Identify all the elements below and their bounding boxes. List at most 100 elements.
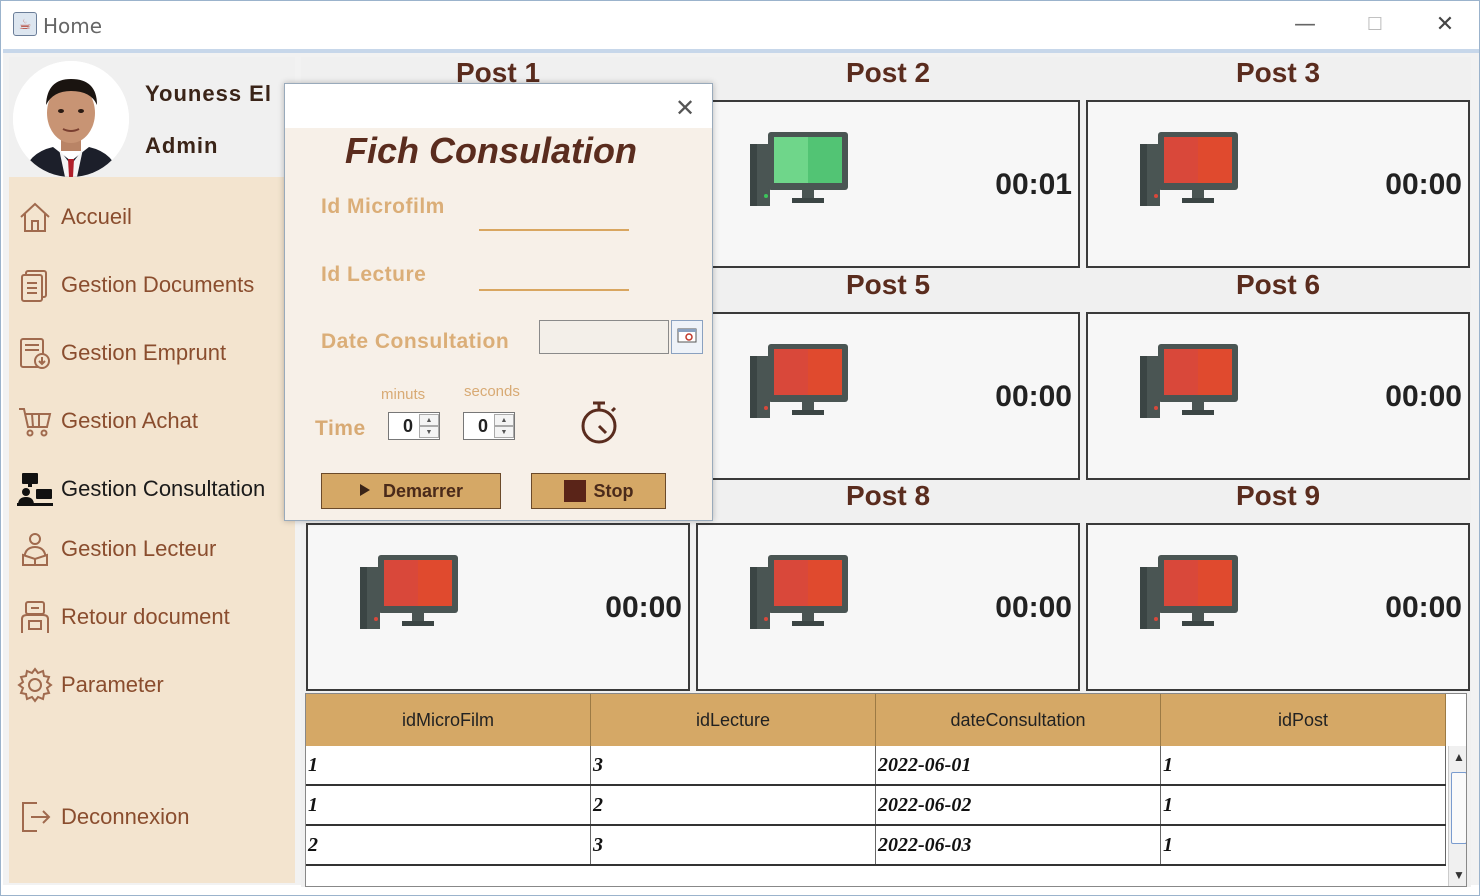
table-cell: 2 [306,826,591,864]
nav-label: Deconnexion [61,804,190,829]
user-role: Admin [145,133,219,158]
maximize-button[interactable]: ☐ [1347,7,1403,43]
post-card[interactable]: 00:01 [696,100,1080,268]
reader-icon [15,529,55,569]
computer-icon [1140,344,1238,418]
id-microfilm-field[interactable] [479,198,629,228]
id-lecture-field[interactable] [479,258,629,288]
borrow-icon [15,333,55,373]
return-icon [15,597,55,637]
post-title: Post 3 [1235,57,1321,88]
logout-icon [15,797,55,837]
post-card[interactable]: 00:00 [696,312,1080,480]
main-frame: Youness El Admin Accueil Gestion Documen… [3,49,1479,887]
close-window-button[interactable]: ✕ [1417,7,1473,43]
scroll-up-icon[interactable]: ▲ [1453,750,1465,764]
table-row[interactable]: 2 3 2022-06-03 1 [306,826,1446,866]
table-body: 1 3 2022-06-01 1 1 2 2022-06-02 1 2 3 2022-06-03 1 [306,746,1446,866]
nav-label: Gestion Documents [61,272,255,297]
post-title: Post 2 [845,57,931,88]
dialog-close-button[interactable]: ✕ [675,94,695,122]
scroll-thumb[interactable] [1451,772,1466,844]
seconds-spinner[interactable]: 0 ▲ ▼ [463,412,515,440]
consultation-icon [15,469,55,509]
table-cell: 1 [1161,746,1446,784]
post-card[interactable]: 00:00 [696,523,1080,691]
sidebar: Youness El Admin Accueil Gestion Documen… [9,57,295,883]
column-header[interactable]: idPost [1161,694,1446,746]
stop-icon [563,480,586,502]
table-row[interactable]: 1 3 2022-06-01 1 [306,746,1446,786]
nav-item-gestion-documents[interactable]: Gestion Documents [9,261,295,309]
post-timer: 00:01 [995,168,1072,201]
post-card[interactable]: 00:00 [1086,100,1470,268]
calendar-icon [677,327,697,348]
calendar-button[interactable] [671,320,703,354]
table-cell: 1 [1161,826,1446,864]
nav-item-gestion-emprunt[interactable]: Gestion Emprunt [9,329,295,377]
minutes-decrement[interactable]: ▼ [419,426,439,438]
id-microfilm-underline [479,229,629,231]
nav-label: Gestion Achat [61,408,198,433]
post-title: Post 6 [1235,269,1321,300]
post-card[interactable]: 00:00 [306,523,690,691]
computer-icon [1140,132,1238,206]
post-title: Post 8 [845,480,931,511]
post-timer: 00:00 [605,591,682,624]
post-timer: 00:00 [1385,380,1462,413]
dialog-title: Fich Consulation [345,130,637,171]
nav-item-accueil[interactable]: Accueil [9,193,295,241]
column-header[interactable]: idLecture [591,694,876,746]
app-window: ☕ Home — ☐ ✕ Youness El Admin Accueil Ge… [0,0,1480,896]
time-label: Time [315,417,366,440]
seconds-increment[interactable]: ▲ [494,414,514,426]
nav-label: Gestion Emprunt [61,340,227,365]
table-scrollbar[interactable]: ▲ ▼ [1448,746,1466,886]
column-header[interactable]: idMicroFilm [306,694,591,746]
nav-label: Gestion Consultation [61,476,266,501]
nav-item-retour-document[interactable]: Retour document [9,593,295,641]
table-cell: 1 [1161,786,1446,824]
title-bar: ☕ Home — ☐ ✕ [1,1,1479,49]
date-consultation-field[interactable] [539,320,669,354]
table-cell: 2022-06-02 [876,786,1161,824]
consultation-table: idMicroFilm idLecture dateConsultation idPo… [305,693,1467,887]
nav-item-gestion-lecteur[interactable]: Gestion Lecteur [9,525,295,573]
nav-label: Gestion Lecteur [61,536,217,561]
profile-panel: Youness El Admin [9,57,295,177]
minutes-increment[interactable]: ▲ [419,414,439,426]
id-microfilm-label: Id Microfilm [321,195,445,218]
nav-item-deconnexion[interactable]: Deconnexion [9,793,295,841]
window-title: Home [43,14,103,38]
seconds-value: 0 [478,416,489,436]
nav-item-gestion-achat[interactable]: Gestion Achat [9,397,295,445]
table-cell: 1 [306,746,591,784]
post-card[interactable]: 00:00 [1086,523,1470,691]
table-row[interactable]: 1 2 2022-06-02 1 [306,786,1446,826]
table-cell: 3 [591,826,876,864]
java-cup-icon: ☕ [13,12,37,36]
column-header[interactable]: dateConsultation [876,694,1161,746]
post-timer: 00:00 [995,591,1072,624]
post-title: Post 9 [1235,480,1321,511]
computer-icon [1140,555,1238,629]
seconds-decrement[interactable]: ▼ [494,426,514,438]
post-card[interactable]: 00:00 [1086,312,1470,480]
nav-item-parameter[interactable]: Parameter [9,661,295,709]
post-timer: 00:00 [995,380,1072,413]
seconds-label: seconds [464,383,520,400]
nav-item-gestion-consultation[interactable]: Gestion Consultation [9,465,295,513]
nav-label: Retour document [61,604,230,629]
computer-icon [360,555,458,629]
cart-icon [15,401,55,441]
post-timer: 00:00 [1385,168,1462,201]
scroll-down-icon[interactable]: ▼ [1453,868,1465,882]
play-icon [359,481,371,502]
table-cell: 1 [306,786,591,824]
consultation-dialog: ✕ Fich Consulation Id Microfilm Id Lectu… [284,83,713,521]
minimize-button[interactable]: — [1277,7,1333,43]
stop-button[interactable]: Stop [531,473,666,509]
minutes-spinner[interactable]: 0 ▲ ▼ [388,412,440,440]
demarrer-button[interactable]: Demarrer [321,473,501,509]
post-title: Post 5 [845,269,931,300]
